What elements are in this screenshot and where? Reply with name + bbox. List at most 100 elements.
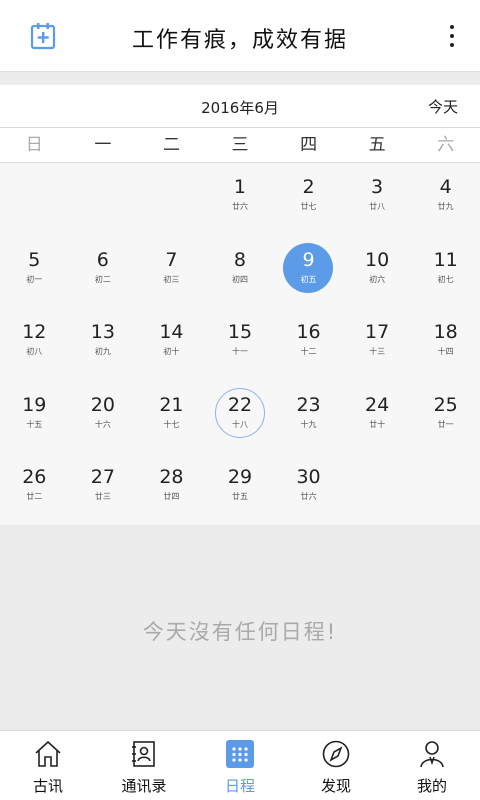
day-cell[interactable]: 15 十一 (206, 312, 275, 385)
day-cell[interactable]: 1 廿六 (206, 167, 275, 240)
day-number: 15 (227, 321, 253, 344)
day-cell[interactable]: 9 初五 (274, 240, 343, 313)
day-cell[interactable]: 19 十五 (0, 385, 69, 458)
lunar-date: 廿一 (437, 419, 454, 429)
lunar-date: 初十 (163, 347, 180, 357)
day-cell[interactable]: 4 廿九 (411, 167, 480, 240)
tab-discover[interactable]: 发现 (288, 731, 384, 800)
weekday-thu: 四 (300, 135, 318, 155)
day-cell[interactable]: 5 初一 (0, 240, 69, 313)
more-menu-button[interactable] (440, 20, 464, 52)
day-cell[interactable]: 18 十四 (411, 312, 480, 385)
empty-schedule-message: 今天沒有任何日程! (142, 619, 338, 644)
today-button[interactable]: 今天 (428, 96, 458, 117)
day-number: 7 (165, 248, 178, 271)
lunar-date: 廿四 (163, 492, 180, 502)
day-cell[interactable]: 20 十六 (69, 385, 138, 458)
weekday-mon: 一 (94, 135, 112, 155)
day-number: 4 (439, 176, 452, 198)
day-number: 17 (365, 321, 390, 344)
weekday-sun: 日 (25, 135, 43, 155)
tab-label: 发现 (320, 777, 351, 795)
day-cell[interactable]: 8 初四 (206, 240, 275, 313)
day-number: 12 (22, 321, 47, 344)
lunar-date: 十七 (163, 419, 180, 429)
lunar-date: 十三 (369, 347, 386, 357)
lunar-date: 十四 (437, 347, 454, 357)
day-number: 8 (233, 248, 247, 271)
day-number: 18 (433, 321, 458, 344)
tab-news[interactable]: 古讯 (0, 731, 96, 800)
day-cell[interactable]: 10 初六 (343, 240, 412, 313)
day-grid: 1 廿六 2 廿七 3 廿八 4 廿九 5 初一 6 初二 7 初三 8 初四 9 初五 10 初六 11 初七 12 初八 1… (0, 163, 480, 530)
lunar-date: 廿六 (300, 492, 317, 502)
compass-icon (319, 737, 353, 771)
day-cell[interactable]: 23 十九 (274, 385, 343, 458)
weekday-tue: 二 (162, 135, 180, 155)
day-cell[interactable]: 28 廿四 (137, 457, 206, 530)
day-number: 23 (296, 393, 321, 416)
lunar-date: 十二 (300, 347, 317, 357)
weekday-wed: 三 (231, 135, 249, 155)
day-number: 29 (227, 466, 253, 489)
more-dot-icon (450, 25, 454, 29)
day-number: 27 (90, 466, 115, 489)
tab-label: 日程 (224, 777, 255, 795)
lunar-date: 廿六 (231, 202, 248, 211)
day-cell[interactable]: 11 初七 (411, 240, 480, 313)
month-label[interactable]: 2016年6月 (0, 97, 480, 118)
day-cell[interactable]: 27 廿三 (69, 457, 138, 530)
day-cell[interactable]: 6 初二 (69, 240, 138, 313)
tab-label: 通讯录 (121, 777, 167, 795)
tab-contacts[interactable]: 通讯录 (96, 731, 192, 800)
day-cell[interactable]: 16 十二 (274, 312, 343, 385)
schedule-list: 今天沒有任何日程! (0, 525, 480, 730)
weekday-row: 日 一 二 三 四 五 六 (0, 127, 480, 163)
day-number (69, 167, 138, 175)
day-cell[interactable]: 25 廿一 (411, 385, 480, 458)
tab-me[interactable]: 我的 (384, 731, 480, 800)
lunar-date: 十一 (231, 347, 248, 357)
day-cell[interactable]: 29 廿五 (206, 457, 275, 530)
tab-label: 古讯 (32, 777, 63, 795)
calendar-grid-icon (223, 737, 257, 771)
lunar-date: 廿七 (300, 202, 317, 211)
day-number: 20 (90, 393, 115, 416)
day-number: 24 (365, 393, 390, 416)
top-bar: 工作有痕，成效有据 (0, 0, 480, 72)
weekday-sat: 六 (437, 135, 455, 155)
day-cell[interactable]: 14 初十 (137, 312, 206, 385)
day-number: 6 (96, 248, 109, 271)
lunar-date: 初五 (300, 274, 317, 284)
day-cell[interactable]: 30 廿六 (274, 457, 343, 530)
tab-schedule[interactable]: 日程 (192, 731, 288, 800)
more-dot-icon (450, 34, 454, 38)
day-number: 22 (227, 393, 253, 416)
day-number: 16 (296, 321, 321, 344)
day-number: 14 (159, 321, 184, 344)
lunar-date: 初八 (26, 347, 43, 357)
home-icon (31, 737, 65, 771)
lunar-date: 初三 (163, 274, 180, 284)
contacts-icon (127, 737, 161, 771)
day-cell[interactable]: 7 初三 (137, 240, 206, 313)
page-title: 工作有痕，成效有据 (131, 28, 348, 53)
tab-label: 我的 (416, 777, 447, 795)
calendar-header: 2016年6月 今天 (0, 85, 480, 127)
day-cell[interactable]: 12 初八 (0, 312, 69, 385)
day-cell[interactable]: 26 廿二 (0, 457, 69, 530)
day-cell[interactable]: 17 十三 (343, 312, 412, 385)
day-cell[interactable]: 22 十八 (206, 385, 275, 458)
lunar-date: 初四 (231, 274, 248, 284)
month-calendar: 2016年6月 今天 日 一 二 三 四 五 六 1 廿六 2 廿七 3 廿八 4 廿九 5 初一… (0, 85, 480, 525)
day-cell[interactable]: 13 初九 (69, 312, 138, 385)
day-number: 19 (22, 393, 47, 416)
person-icon (415, 737, 449, 771)
lunar-date: 十六 (94, 419, 111, 429)
day-cell[interactable]: 24 廿十 (343, 385, 412, 458)
day-cell[interactable]: 3 廿八 (343, 167, 412, 240)
empty-day-cell (137, 167, 206, 240)
day-cell[interactable]: 2 廿七 (274, 167, 343, 240)
bottom-tab-bar: 古讯 通讯录 日程 发现 我的 (0, 730, 480, 800)
day-cell[interactable]: 21 十七 (137, 385, 206, 458)
